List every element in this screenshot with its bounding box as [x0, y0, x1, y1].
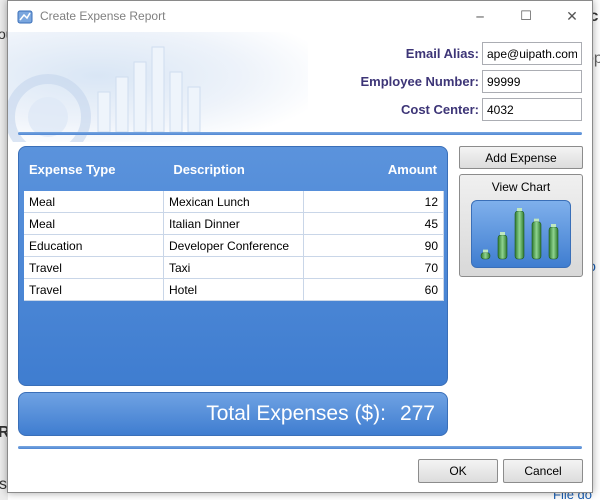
chart-preview-bar-cap	[500, 232, 505, 235]
chart-preview-bar	[514, 210, 525, 260]
maximize-icon: ☐	[520, 9, 532, 24]
header-decorative-art	[8, 32, 308, 142]
cell-amount[interactable]: 70	[304, 257, 444, 278]
chart-preview	[471, 200, 571, 268]
cell-description[interactable]: Taxi	[164, 257, 304, 278]
total-expenses-panel: Total Expenses ($): 277	[18, 392, 448, 436]
employee-number-label: Employee Number:	[360, 74, 479, 89]
close-button[interactable]: ✕	[549, 1, 592, 32]
cost-center-input[interactable]	[482, 98, 582, 121]
cell-description[interactable]: Developer Conference	[164, 235, 304, 256]
table-row[interactable]: Meal Italian Dinner 45	[24, 213, 444, 235]
bottom-divider	[18, 446, 582, 449]
email-alias-input[interactable]	[482, 42, 582, 65]
grid-body: Meal Mexican Lunch 12 Meal Italian Dinne…	[24, 191, 444, 301]
maximize-button[interactable]: ☐	[503, 1, 549, 32]
grid-header: Expense Type Description Amount	[19, 147, 447, 191]
chart-preview-bar-cap	[534, 218, 539, 222]
ok-button-label: OK	[449, 464, 467, 478]
table-row[interactable]: Travel Hotel 60	[24, 279, 444, 301]
close-icon: ✕	[566, 8, 578, 25]
view-chart-button-label: View Chart	[491, 180, 551, 194]
window-title: Create Expense Report	[40, 9, 166, 23]
expense-grid-panel: Expense Type Description Amount Meal Mex…	[18, 146, 448, 386]
email-alias-label: Email Alias:	[405, 46, 479, 61]
chart-preview-bar-cap	[483, 249, 488, 253]
cell-amount[interactable]: 12	[304, 191, 444, 212]
view-chart-button[interactable]: View Chart	[459, 174, 583, 277]
add-expense-button-label: Add Expense	[485, 150, 557, 165]
minimize-icon: ─	[476, 9, 484, 24]
decorative-chart-graphic	[8, 46, 201, 142]
cell-amount[interactable]: 60	[304, 279, 444, 300]
top-divider	[18, 132, 582, 135]
cost-center-label: Cost Center:	[400, 102, 479, 117]
chart-preview-bar-cap	[517, 208, 522, 211]
column-header-expense-type[interactable]: Expense Type	[19, 147, 163, 191]
cell-description[interactable]: Italian Dinner	[164, 213, 304, 234]
cancel-button[interactable]: Cancel	[503, 459, 583, 483]
column-header-amount[interactable]: Amount	[303, 147, 447, 191]
chart-preview-bar-cap	[551, 224, 556, 227]
table-row[interactable]: Meal Mexican Lunch 12	[24, 191, 444, 213]
create-expense-report-window: Create Expense Report ─ ☐ ✕ Email Alias:…	[7, 0, 593, 493]
employee-number-input[interactable]	[482, 70, 582, 93]
cell-amount[interactable]: 45	[304, 213, 444, 234]
cell-expense-type[interactable]: Meal	[24, 191, 164, 212]
ok-button[interactable]: OK	[418, 459, 498, 483]
table-row[interactable]: Travel Taxi 70	[24, 257, 444, 279]
cell-expense-type[interactable]: Meal	[24, 213, 164, 234]
chart-preview-bar	[548, 226, 559, 260]
title-bar[interactable]: Create Expense Report ─ ☐ ✕	[8, 1, 592, 32]
cell-description[interactable]: Hotel	[164, 279, 304, 300]
app-icon	[17, 10, 33, 24]
minimize-button[interactable]: ─	[457, 1, 503, 32]
cell-amount[interactable]: 90	[304, 235, 444, 256]
add-expense-button[interactable]: Add Expense	[459, 146, 583, 169]
cell-description[interactable]: Mexican Lunch	[164, 191, 304, 212]
background-text-fragment: s	[0, 476, 7, 493]
chart-preview-bar	[497, 234, 508, 260]
chart-preview-svg	[480, 208, 559, 260]
column-header-description[interactable]: Description	[163, 147, 302, 191]
cell-expense-type[interactable]: Education	[24, 235, 164, 256]
cancel-button-label: Cancel	[524, 464, 562, 478]
cell-expense-type[interactable]: Travel	[24, 279, 164, 300]
chart-preview-bar	[480, 252, 491, 260]
table-row[interactable]: Education Developer Conference 90	[24, 235, 444, 257]
cell-expense-type[interactable]: Travel	[24, 257, 164, 278]
total-expenses-label: Total Expenses ($):	[206, 402, 386, 425]
total-expenses-value: 277	[399, 402, 435, 425]
chart-preview-bar	[531, 221, 542, 260]
